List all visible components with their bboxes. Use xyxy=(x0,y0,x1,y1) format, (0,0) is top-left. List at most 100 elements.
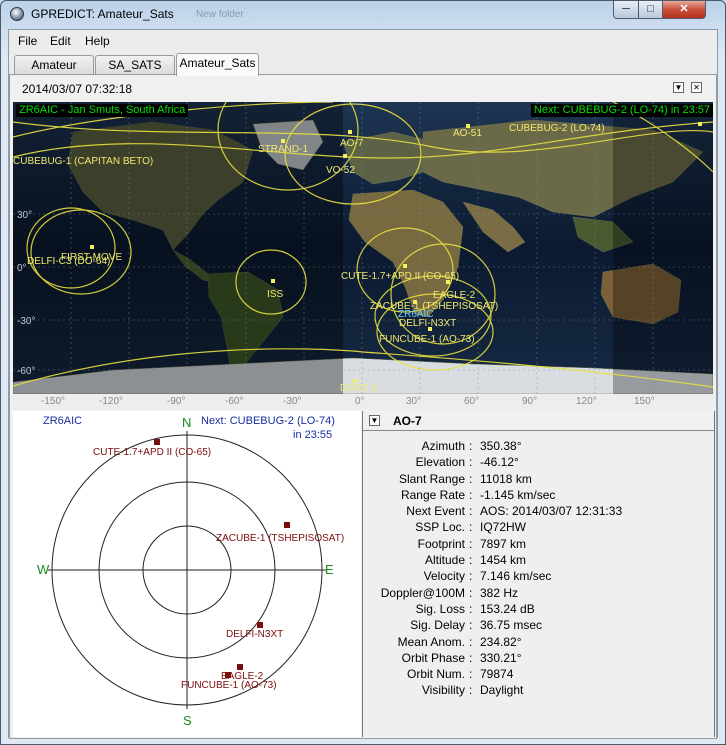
lat-label: 30° xyxy=(17,210,32,221)
info-colon: : xyxy=(469,650,473,665)
map-station-label: ZR6AIC - Jan Smuts, South Africa xyxy=(16,104,189,117)
tab-sa-sats[interactable]: SA_SATS xyxy=(95,55,175,75)
info-label: Elevation xyxy=(415,455,465,470)
station-marker-label: ZR6AIC xyxy=(398,309,434,320)
info-label: Velocity xyxy=(423,569,465,584)
sat-label-vo52: VO-52 xyxy=(326,165,355,176)
lon-label: 90° xyxy=(522,396,538,407)
info-colon: : xyxy=(469,455,473,470)
info-value: 79874 xyxy=(480,667,514,682)
polar-label-funcube: FUNCUBE-1 (AO-73) xyxy=(181,680,277,691)
lon-label: -120° xyxy=(99,396,124,407)
polar-marker-eagle2 xyxy=(237,664,243,670)
menu-file[interactable]: File xyxy=(18,34,37,48)
minimize-button[interactable]: ─ xyxy=(613,1,639,19)
info-row: Sig. Delay:36.75 msec xyxy=(363,618,714,634)
info-colon: : xyxy=(469,634,473,649)
tab-amateur[interactable]: Amateur xyxy=(14,55,94,75)
info-row: Orbit Phase:330.21° xyxy=(363,651,714,667)
module-close-button[interactable]: ✕ xyxy=(691,82,702,93)
info-label: Visibility xyxy=(421,683,465,698)
dir-west: W xyxy=(37,562,50,577)
menu-edit[interactable]: Edit xyxy=(50,34,71,48)
info-label: SSP Loc. xyxy=(415,520,465,535)
info-colon: : xyxy=(469,683,473,698)
lon-label: 30° xyxy=(406,396,422,407)
satellite-info-panel: ▼ AO-7 Azimuth:350.38° Elevation: -46.12° S… xyxy=(362,411,715,737)
info-value: 7.146 km/sec xyxy=(480,569,552,584)
polar-label-delfi-n3xt: DELFI-N3XT xyxy=(226,629,283,640)
info-label: Orbit Num. xyxy=(406,667,465,682)
info-row: Altitude:1454 km xyxy=(363,553,714,569)
tab-amateur-sats[interactable]: Amateur_Sats xyxy=(176,53,259,76)
sat-label-iss: ISS xyxy=(267,289,283,300)
info-value: 7897 km xyxy=(480,536,527,551)
polar-view[interactable]: N S E W CUTE-1.7+APD II (CO-65) ZACUBE-1… xyxy=(13,411,361,737)
lon-label: -30° xyxy=(283,396,302,407)
info-value: AOS: 2014/03/07 12:31:33 xyxy=(480,504,623,519)
close-window-button[interactable]: ✕ xyxy=(662,1,706,19)
menu-bar: File Edit Help xyxy=(9,30,717,52)
polar-station-label: ZR6AIC xyxy=(43,415,83,427)
info-colon: : xyxy=(469,601,473,616)
sat-label-zacube: ZACUBE-1 (TSHEPISOSAT) xyxy=(370,301,498,312)
module-timestamp: 2014/03/07 07:32:18 xyxy=(22,82,133,96)
info-rows: Azimuth:350.38° Elevation: -46.12° Slant Ra… xyxy=(363,439,714,700)
sat-label-cubebug1: CUBEBUG-1 (CAPITAN BETO) xyxy=(13,156,153,167)
info-colon: : xyxy=(469,585,473,600)
module-tabs: Amateur SA_SATS Amateur_Sats xyxy=(9,53,717,76)
polar-label-zacube: ZACUBE-1 (TSHEPISOSAT) xyxy=(216,533,344,544)
sat-marker-first-move xyxy=(90,245,94,249)
info-colon: : xyxy=(469,439,473,453)
menu-help[interactable]: Help xyxy=(85,34,110,48)
sat-marker-vo52 xyxy=(343,154,347,158)
info-colon: : xyxy=(469,536,473,551)
polar-labels: CUTE-1.7+APD II (CO-65) ZACUBE-1 (TSHEPI… xyxy=(93,447,344,691)
sat-label-ao7: AO-7 xyxy=(340,138,364,149)
info-value: 330.21° xyxy=(480,650,522,665)
info-colon: : xyxy=(469,667,473,682)
map-canvas: 30° 0° -30° -60° AO-7 AO-51 CUBEBUG-2 (L… xyxy=(13,102,713,394)
info-label: Slant Range xyxy=(398,471,465,486)
info-row: Next Event: AOS: 2014/03/07 12:31:33 xyxy=(363,504,714,520)
world-map[interactable]: 30° 0° -30° -60° AO-7 AO-51 CUBEBUG-2 (L… xyxy=(13,102,713,394)
maximize-button[interactable]: □ xyxy=(638,1,663,19)
sat-label-cute: CUTE-1.7+APD II (CO-65) xyxy=(341,271,459,282)
lon-label: -150° xyxy=(41,396,66,407)
title-bar[interactable]: GPREDICT: Amateur_Sats New folder ─ □ ✕ xyxy=(1,1,725,27)
info-label: Altitude xyxy=(424,553,465,568)
sat-marker-cubebug2 xyxy=(698,122,702,126)
lon-label: 120° xyxy=(576,396,597,407)
lon-label: -60° xyxy=(225,396,244,407)
module-menu-button[interactable]: ▼ xyxy=(673,82,684,93)
info-menu-button[interactable]: ▼ xyxy=(369,415,380,426)
info-label: Sig. Delay xyxy=(410,618,465,633)
info-colon: : xyxy=(469,569,473,584)
info-row: SSP Loc.: IQ72HW xyxy=(363,520,714,536)
module-header: 2014/03/07 07:32:18 ▼ ✕ xyxy=(10,75,716,101)
info-colon: : xyxy=(469,618,473,633)
info-row: Sig. Loss:153.24 dB xyxy=(363,602,714,618)
polar-next-countdown: in 23:55 xyxy=(293,429,333,441)
gpredict-app-icon xyxy=(10,7,24,21)
background-window-title: New folder xyxy=(196,9,244,20)
info-label: Range Rate xyxy=(400,487,465,502)
sat-marker-ao7 xyxy=(348,130,352,134)
longitude-axis: -150° -120° -90° -60° -30° 0° 30° 60° 90… xyxy=(13,394,713,410)
info-row: Visibility: Daylight xyxy=(363,683,714,699)
info-row: Slant Range:11018 km xyxy=(363,472,714,488)
sat-label-funcube: FUNCUBE-1 (AO-73) xyxy=(379,334,475,345)
lon-label: 0° xyxy=(355,396,365,407)
info-label: Doppler@100M xyxy=(380,585,465,600)
info-row: Orbit Num.:79874 xyxy=(363,667,714,683)
info-row: Range Rate: -1.145 km/sec xyxy=(363,488,714,504)
info-colon: : xyxy=(469,487,473,502)
info-value: Daylight xyxy=(480,683,524,698)
info-label: Orbit Phase xyxy=(401,650,465,665)
lon-label: 150° xyxy=(634,396,655,407)
lon-label: -90° xyxy=(167,396,186,407)
client-area: File Edit Help Amateur SA_SATS Amateur_S… xyxy=(8,29,718,739)
sat-label-cubebug2: CUBEBUG-2 (LO-74) xyxy=(509,123,605,134)
info-row: Doppler@100M:382 Hz xyxy=(363,586,714,602)
info-value: 350.38° xyxy=(480,439,522,453)
